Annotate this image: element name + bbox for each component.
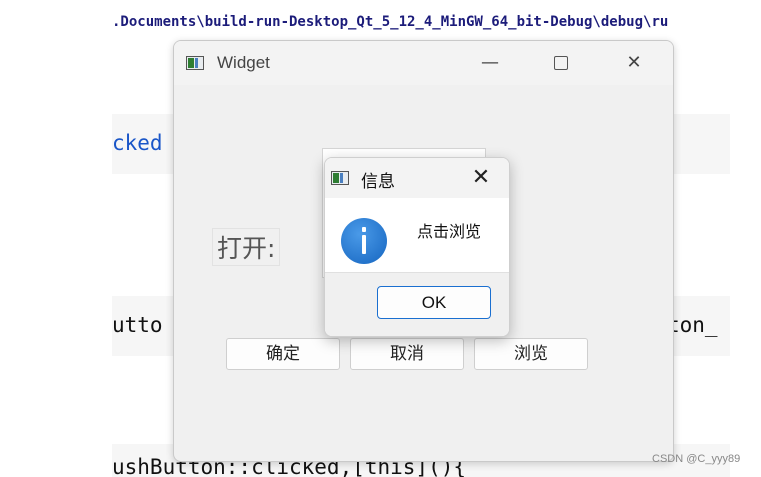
message-box-footer: OK (325, 272, 509, 336)
info-icon (341, 218, 387, 264)
editor-path-line: .Documents\build-run-Desktop_Qt_5_12_4_M… (112, 14, 669, 30)
app-window-icon (331, 171, 349, 185)
widget-title-bar[interactable]: Widget — ✕ (174, 41, 673, 85)
browse-button[interactable]: 浏览 (474, 338, 588, 370)
cancel-button[interactable]: 取消 (350, 338, 464, 370)
minimize-button[interactable]: — (470, 49, 510, 77)
watermark: CSDN @C_yyy89 (652, 453, 741, 465)
confirm-button[interactable]: 确定 (226, 338, 340, 370)
message-box-close-button[interactable]: ✕ (466, 164, 496, 192)
info-icon-dot (362, 227, 366, 232)
message-box-title-bar[interactable]: 信息 ✕ (325, 158, 509, 198)
editor-code-line: cked (112, 131, 163, 155)
ok-button[interactable]: OK (377, 286, 491, 319)
info-message-box: 信息 ✕ 点击浏览 OK (324, 157, 510, 337)
message-box-title: 信息 (361, 172, 395, 192)
close-button[interactable]: ✕ (614, 49, 654, 77)
open-label: 打开: (212, 228, 281, 266)
maximize-button[interactable] (541, 49, 581, 77)
maximize-icon (554, 56, 568, 70)
editor-code-line: utto (112, 313, 163, 337)
app-window-icon (186, 56, 204, 70)
message-text: 点击浏览 (417, 222, 482, 241)
info-icon-bar (362, 235, 366, 254)
widget-title: Widget (217, 53, 270, 72)
editor-code-line: ton_ (667, 313, 718, 337)
